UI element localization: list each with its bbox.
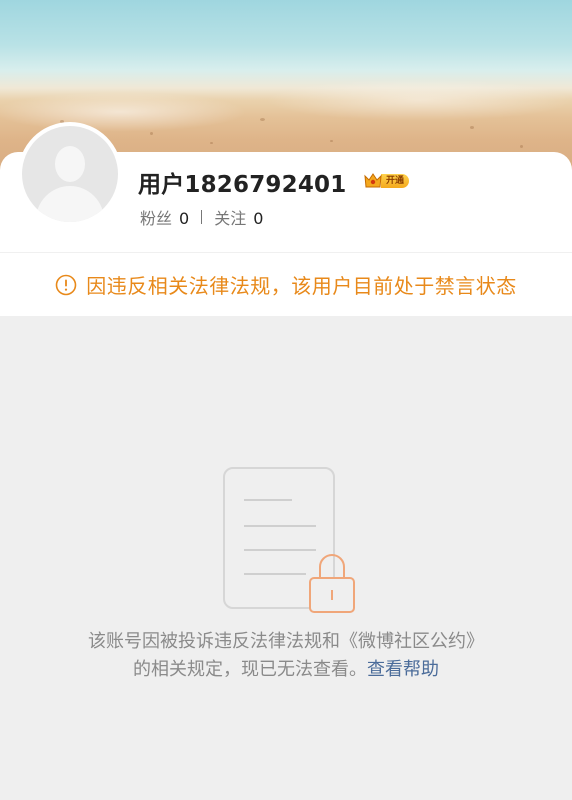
followers-label: 粉丝 (140, 209, 173, 228)
avatar-placeholder-icon (22, 126, 118, 222)
profile-page: 用户1826792401 开通 粉丝 0 关注 0 因违反相关法律法规，该用户目前处… (0, 0, 572, 800)
lock-icon (309, 554, 355, 613)
warning-circle-icon (55, 274, 77, 296)
following-count: 0 (253, 209, 264, 228)
vip-badge[interactable]: 开通 (363, 172, 413, 190)
following-label: 关注 (214, 209, 247, 228)
stats-divider (201, 210, 203, 224)
restricted-message-line-2: 的相关规定，现已无法查看。查看帮助 (0, 656, 572, 684)
vip-label: 开通 (381, 174, 410, 188)
restricted-message: 该账号因被投诉违反法律法规和《微博社区公约》 的相关规定，现已无法查看。查看帮助 (0, 628, 572, 684)
restricted-message-line-2-text: 的相关规定，现已无法查看。 (133, 659, 367, 680)
followers-stat[interactable]: 粉丝 0 (140, 205, 189, 229)
ban-notice: 因违反相关法律法规，该用户目前处于禁言状态 (0, 252, 572, 316)
username: 用户1826792401 (138, 172, 347, 198)
view-help-link[interactable]: 查看帮助 (367, 659, 439, 680)
vip-crown-icon (363, 172, 383, 190)
following-stat[interactable]: 关注 0 (214, 205, 263, 229)
profile-stats: 粉丝 0 关注 0 (140, 206, 263, 228)
avatar[interactable] (18, 122, 122, 226)
ban-notice-text: 因违反相关法律法规，该用户目前处于禁言状态 (86, 274, 517, 298)
restricted-content-illustration (222, 466, 358, 614)
followers-count: 0 (179, 209, 190, 228)
restricted-message-line-1: 该账号因被投诉违反法律法规和《微博社区公约》 (88, 631, 484, 652)
